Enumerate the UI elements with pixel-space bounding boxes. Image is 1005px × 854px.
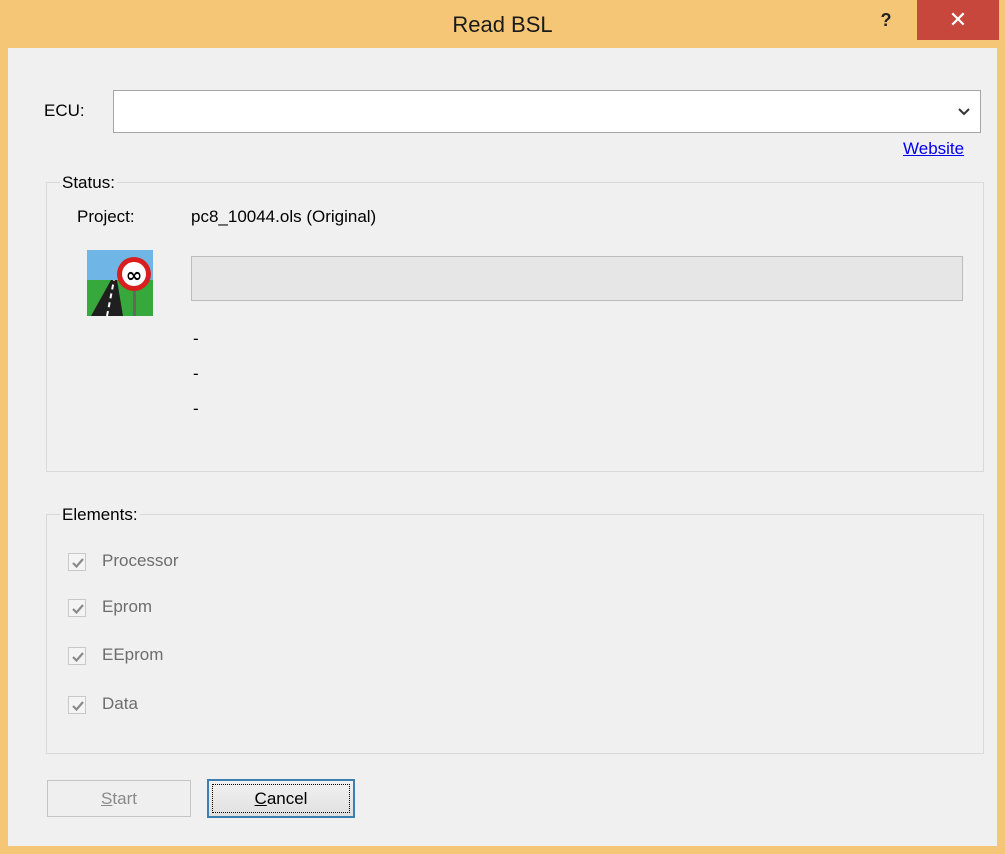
status-line-2: -	[193, 364, 199, 383]
checkmark-icon[interactable]	[68, 553, 86, 571]
ecu-select[interactable]	[113, 90, 981, 133]
start-label-rest: tart	[112, 789, 137, 808]
eeprom-label: EEprom	[102, 645, 164, 664]
status-group	[46, 182, 984, 472]
website-link[interactable]: Website	[903, 139, 964, 159]
status-line-1: -	[193, 329, 199, 348]
checkmark-icon[interactable]	[68, 599, 86, 617]
elements-group-title: Elements:	[60, 505, 140, 525]
status-group-title: Status:	[60, 173, 117, 193]
cancel-mnemonic: C	[254, 789, 267, 808]
start-button[interactable]: Start	[47, 780, 191, 817]
title-bar[interactable]: Read BSL ? ✕	[0, 0, 1005, 48]
progress-bar	[191, 256, 963, 301]
cancel-label-rest: ancel	[266, 789, 308, 808]
window-title: Read BSL	[452, 12, 553, 37]
close-button[interactable]: ✕	[917, 0, 999, 40]
project-value: pc8_10044.ols (Original)	[191, 207, 377, 226]
project-label: Project:	[77, 207, 135, 226]
chevron-down-icon[interactable]	[954, 101, 974, 121]
cancel-button[interactable]: Cancel	[207, 779, 355, 818]
processor-label: Processor	[102, 551, 179, 570]
checkmark-icon[interactable]	[68, 696, 86, 714]
data-label: Data	[102, 694, 138, 713]
checkmark-icon[interactable]	[68, 647, 86, 665]
svg-text:∞: ∞	[126, 263, 143, 287]
read-bsl-dialog: Read BSL ? ✕ ECU: Website Status: Projec…	[0, 0, 1005, 854]
eprom-label: Eprom	[102, 597, 153, 616]
winols-road-sign-icon: ∞	[87, 250, 153, 317]
ecu-label: ECU:	[44, 101, 85, 120]
status-line-3: -	[193, 399, 199, 418]
start-mnemonic: S	[101, 789, 113, 808]
help-button[interactable]: ?	[868, 6, 904, 36]
elements-group	[46, 514, 984, 754]
